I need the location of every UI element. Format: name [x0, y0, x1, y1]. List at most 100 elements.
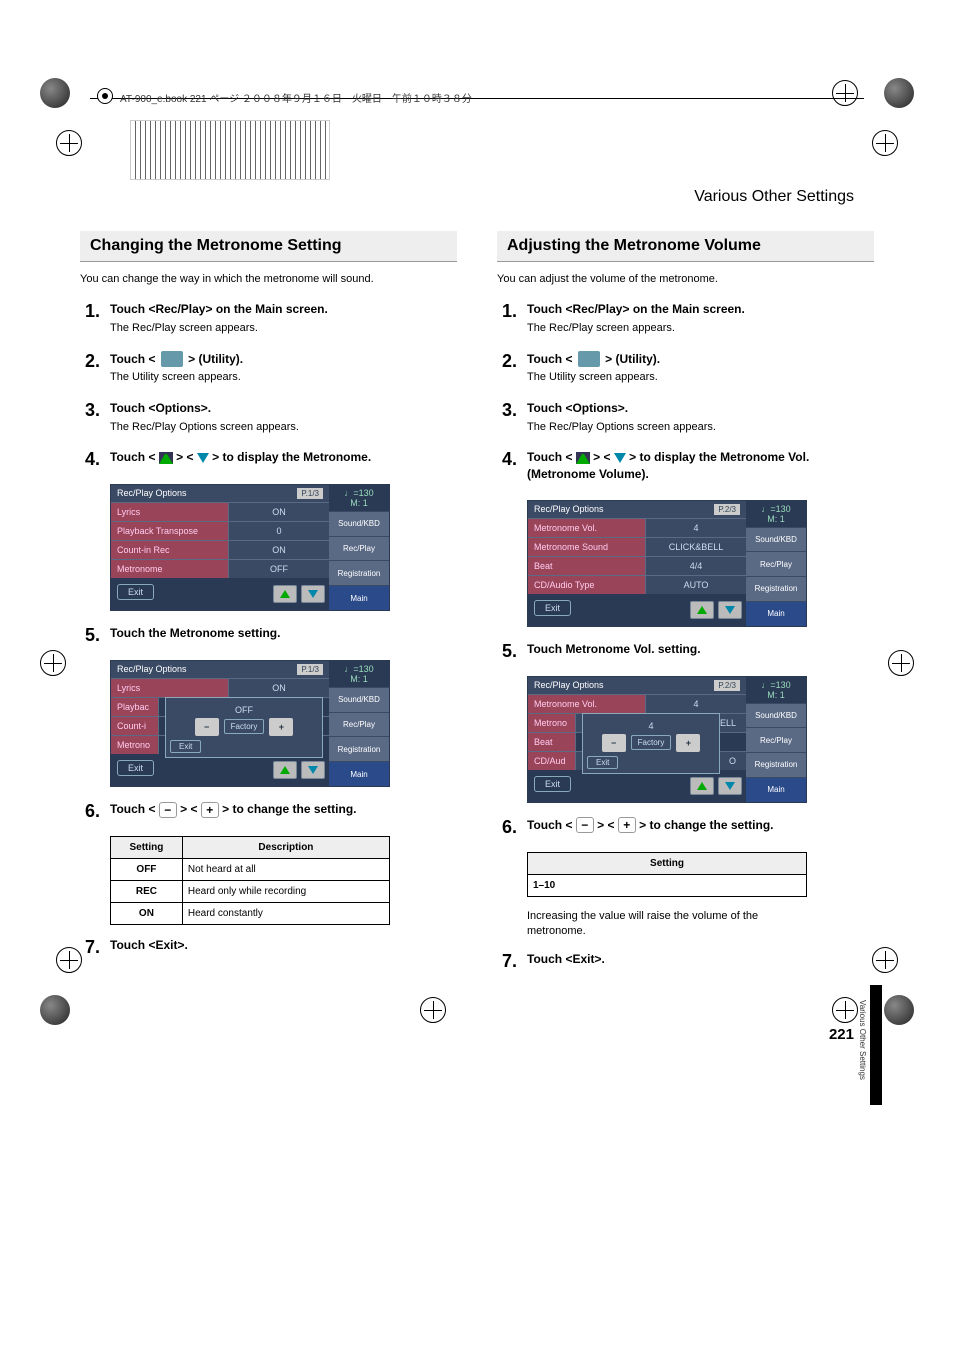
side-sound-kbd[interactable]: Sound/KBD — [746, 703, 806, 728]
ss-row-label[interactable]: Metronome — [111, 560, 229, 578]
step-text: > < — [594, 818, 618, 832]
side-main[interactable]: Main — [746, 601, 806, 626]
nav-up-button[interactable] — [690, 777, 714, 795]
side-registration[interactable]: Registration — [746, 576, 806, 601]
step-text: Touch < — [527, 450, 576, 464]
utility-icon — [161, 351, 183, 367]
step-instruction: Touch <Rec/Play> on the Main screen. — [527, 301, 874, 318]
side-registration[interactable]: Registration — [746, 752, 806, 777]
left-column: Changing the Metronome Setting You can c… — [80, 231, 457, 986]
screenshot-options: Rec/Play Options P.2/3 Metronome Vol.4 M… — [527, 500, 807, 627]
ss-row-label[interactable]: CD/Audio Type — [528, 576, 646, 594]
ss-row-value[interactable]: 0 — [229, 522, 329, 540]
ss-row-label[interactable]: Playback Transpose — [111, 522, 229, 540]
ss-row-label[interactable]: Metrono — [528, 714, 576, 732]
exit-button[interactable]: Exit — [117, 584, 154, 600]
ss-row-value[interactable]: 4/4 — [646, 557, 746, 575]
step-number: 4. — [497, 449, 517, 470]
step-text: > (Utility). — [185, 352, 243, 366]
ss-page: P.2/3 — [714, 504, 740, 515]
exit-button[interactable]: Exit — [117, 760, 154, 776]
nav-down-button[interactable] — [718, 777, 742, 795]
ss-row-value[interactable]: ON — [229, 679, 329, 697]
step-number: 1. — [80, 301, 100, 322]
side-rec-play[interactable]: Rec/Play — [746, 551, 806, 576]
table-cell: Heard only while recording — [182, 880, 389, 902]
ss-title: Rec/Play Options — [117, 664, 187, 674]
ss-row-value[interactable]: 4 — [646, 519, 746, 537]
plus-button[interactable]: + — [676, 734, 700, 752]
plus-icon: + — [618, 817, 636, 833]
ss-title: Rec/Play Options — [117, 488, 187, 498]
step-number: 7. — [497, 951, 517, 972]
ss-row-label[interactable]: Metronome Vol. — [528, 695, 646, 713]
up-arrow-icon — [159, 452, 173, 464]
factory-button[interactable]: Factory — [224, 719, 265, 734]
popup-value: 4 — [587, 718, 715, 734]
side-rec-play[interactable]: Rec/Play — [329, 536, 389, 561]
ss-row-value[interactable]: CLICK&BELL — [646, 538, 746, 556]
step-text: > to change the setting. — [636, 818, 774, 832]
side-main[interactable]: Main — [329, 761, 389, 786]
nav-up-button[interactable] — [690, 601, 714, 619]
value-popup: 4 − Factory + Exit — [582, 713, 720, 774]
step-6: 6. Touch < − > < + > to change the setti… — [80, 801, 457, 822]
section-title: Changing the Metronome Setting — [80, 231, 457, 262]
side-sound-kbd[interactable]: Sound/KBD — [329, 687, 389, 712]
nav-up-button[interactable] — [273, 761, 297, 779]
value-popup: OFF − Factory + Exit — [165, 697, 323, 758]
side-main[interactable]: Main — [329, 585, 389, 610]
nav-down-button[interactable] — [718, 601, 742, 619]
side-sound-kbd[interactable]: Sound/KBD — [746, 527, 806, 552]
step-text: Touch < — [527, 352, 576, 366]
step-number: 6. — [80, 801, 100, 822]
ss-row-value[interactable]: OFF — [229, 560, 329, 578]
factory-button[interactable]: Factory — [631, 735, 672, 750]
side-registration[interactable]: Registration — [329, 736, 389, 761]
popup-exit-button[interactable]: Exit — [587, 756, 618, 769]
step-instruction: Touch <Exit>. — [527, 951, 874, 968]
ss-row-label[interactable]: Metrono — [111, 736, 159, 754]
nav-down-button[interactable] — [301, 761, 325, 779]
note-text: Increasing the value will raise the volu… — [527, 909, 807, 940]
ss-row-label[interactable]: Lyrics — [111, 503, 229, 521]
step-number: 1. — [497, 301, 517, 322]
ss-row-label[interactable]: Metronome Vol. — [528, 519, 646, 537]
ss-row-label[interactable]: Beat — [528, 557, 646, 575]
down-arrow-icon — [197, 453, 209, 463]
exit-button[interactable]: Exit — [534, 600, 571, 616]
step-7: 7. Touch <Exit>. — [80, 937, 457, 958]
plus-button[interactable]: + — [269, 718, 293, 736]
ss-row-value[interactable]: 4 — [646, 695, 746, 713]
side-registration[interactable]: Registration — [329, 560, 389, 585]
up-arrow-icon — [576, 452, 590, 464]
side-rec-play[interactable]: Rec/Play — [746, 727, 806, 752]
nav-up-button[interactable] — [273, 585, 297, 603]
ss-page: P.2/3 — [714, 680, 740, 691]
popup-exit-button[interactable]: Exit — [170, 740, 201, 753]
ss-row-value[interactable]: ON — [229, 541, 329, 559]
ss-row-label[interactable]: Count-in Rec — [111, 541, 229, 559]
ss-row-label[interactable]: Beat — [528, 733, 576, 751]
table-cell: Heard constantly — [182, 902, 389, 924]
tempo-display: ♩=130M: 1 — [746, 677, 806, 703]
side-rec-play[interactable]: Rec/Play — [329, 712, 389, 737]
ss-row-label[interactable]: Metronome Sound — [528, 538, 646, 556]
minus-button[interactable]: − — [602, 734, 626, 752]
side-sound-kbd[interactable]: Sound/KBD — [329, 511, 389, 536]
step-number: 3. — [80, 400, 100, 421]
ss-row-label[interactable]: Playbac — [111, 698, 159, 716]
minus-icon: − — [159, 802, 177, 818]
ss-row-label[interactable]: Lyrics — [111, 679, 229, 697]
table-cell: 1–10 — [528, 874, 807, 896]
up-arrow-icon — [280, 766, 290, 774]
ss-row-label[interactable]: Count-i — [111, 717, 159, 735]
side-main[interactable]: Main — [746, 777, 806, 802]
ss-row-value[interactable]: AUTO — [646, 576, 746, 594]
ss-row-label[interactable]: CD/Aud — [528, 752, 576, 770]
minus-button[interactable]: − — [195, 718, 219, 736]
ss-row-value[interactable]: ON — [229, 503, 329, 521]
nav-down-button[interactable] — [301, 585, 325, 603]
step-text: > < — [173, 450, 197, 464]
exit-button[interactable]: Exit — [534, 776, 571, 792]
